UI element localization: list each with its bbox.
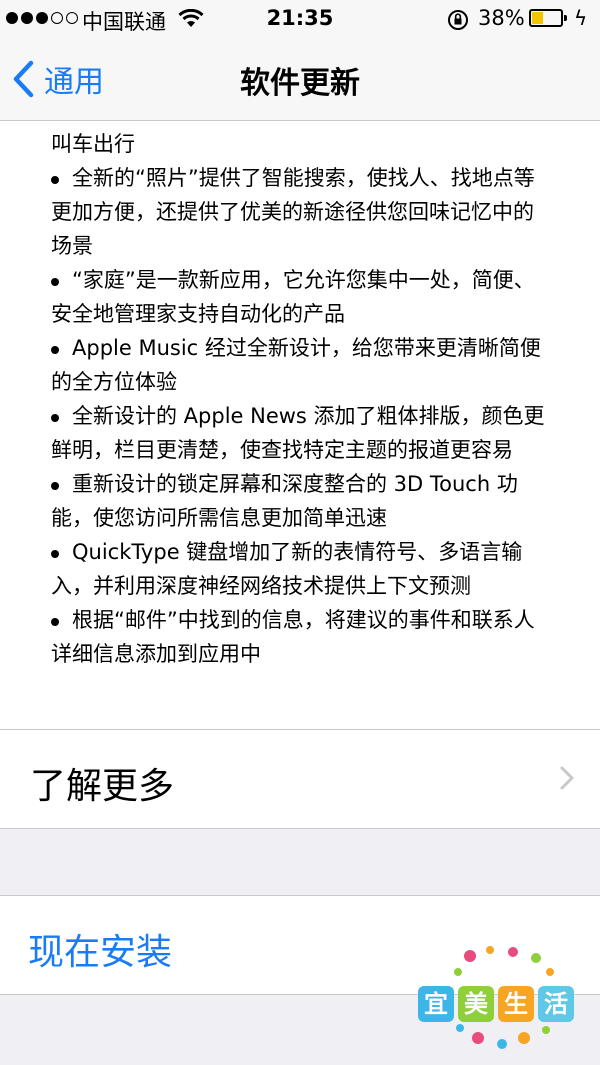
bullet-icon: [51, 346, 59, 354]
release-note-line: Apple Music 经过全新设计，给您带来更清晰简便: [72, 336, 541, 360]
bullet-icon: [51, 482, 59, 490]
release-note-line: 能，使您访问所需信息更加简单迅速: [51, 506, 387, 530]
release-note-line: 全新设计的 Apple News 添加了粗体排版，颜色更: [72, 404, 545, 428]
release-notes: 叫车出行全新的“照片”提供了智能搜索，使找人、找地点等更加方便，还提供了优美的新…: [0, 121, 600, 730]
watermark-tile: 美: [458, 986, 494, 1022]
bullet-icon: [51, 278, 59, 286]
page-title: 软件更新: [240, 66, 360, 101]
watermark-tile: 宜: [418, 986, 454, 1022]
rotation-lock-icon: [446, 8, 470, 37]
bullet-icon: [51, 618, 59, 626]
bullet-icon: [51, 176, 59, 184]
battery-icon: [529, 9, 567, 27]
watermark-tile: 生: [498, 986, 534, 1022]
release-note-line: 场景: [51, 234, 93, 258]
battery-percent: 38%: [478, 6, 525, 30]
release-note-line: 鲜明，栏目更清楚，使查找特定主题的报道更容易: [51, 438, 513, 462]
watermark-logo: 宜美生活: [418, 942, 588, 1054]
release-note-line: 根据“邮件”中找到的信息，将建议的事件和联系人: [72, 608, 535, 632]
release-note-line: 叫车出行: [51, 132, 135, 156]
learn-more-row[interactable]: 了解更多: [0, 730, 600, 829]
chevron-right-icon: [560, 766, 574, 790]
status-bar: 中国联通 21:35 38% ϟ: [0, 0, 600, 40]
learn-more-label: 了解更多: [30, 766, 175, 807]
release-note-line: 全新的“照片”提供了智能搜索，使找人、找地点等: [72, 166, 535, 190]
watermark-tile: 活: [538, 986, 574, 1022]
release-note-line: 安全地管理家支持自动化的产品: [51, 302, 345, 326]
release-note-line: 入，并利用深度神经网络技术提供上下文预测: [51, 574, 471, 598]
top-bar: 中国联通 21:35 38% ϟ 通用 软件更新: [0, 0, 600, 121]
install-now-label: 现在安装: [28, 932, 173, 973]
bullet-icon: [51, 414, 59, 422]
lightning-icon: ϟ: [574, 6, 588, 30]
bullet-icon: [51, 550, 59, 558]
release-note-line: 的全方位体验: [51, 370, 177, 394]
release-note-line: 重新设计的锁定屏幕和深度整合的 3D Touch 功: [72, 472, 518, 496]
release-note-line: 更加方便，还提供了优美的新途径供您回味记忆中的: [51, 200, 534, 224]
release-note-line: 详细信息添加到应用中: [51, 642, 261, 666]
release-note-line: “家庭”是一款新应用，它允许您集中一处，简便、: [72, 268, 535, 292]
release-note-line: QuickType 键盘增加了新的表情符号、多语言输: [72, 540, 523, 564]
